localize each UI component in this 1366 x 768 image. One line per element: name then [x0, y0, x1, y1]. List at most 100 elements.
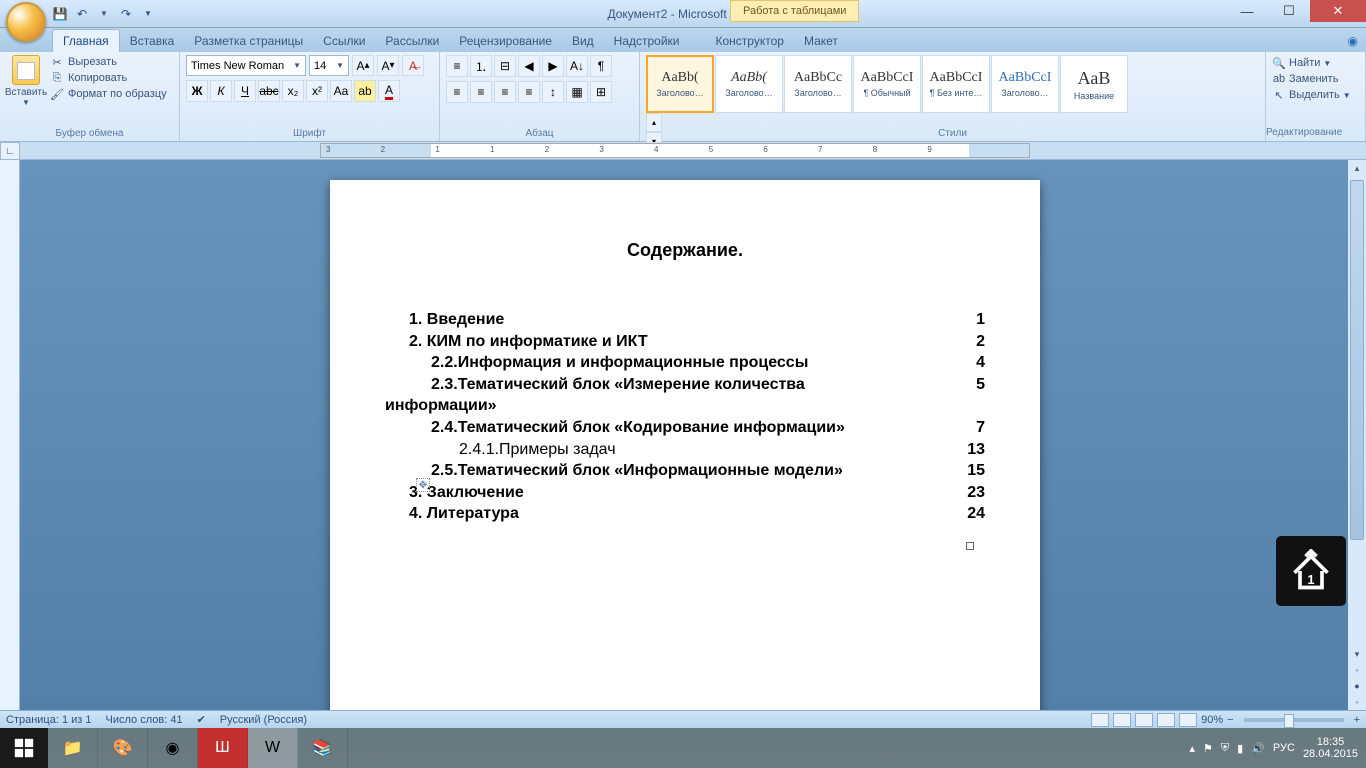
font-name-combo[interactable]: Times New Roman▼: [186, 55, 306, 76]
horizontal-ruler[interactable]: 3 2 1 1 2 3 4 5 6 7 8 9: [320, 143, 1030, 158]
zoom-in-button[interactable]: +: [1354, 714, 1360, 726]
tab-table-layout[interactable]: Макет: [794, 30, 848, 52]
taskbar-app-red[interactable]: Ш: [198, 728, 248, 768]
cut-button[interactable]: ✂Вырезать: [50, 55, 167, 69]
tray-up-icon[interactable]: ▴: [1189, 742, 1195, 755]
align-left-button[interactable]: ≡: [446, 81, 468, 103]
redo-icon[interactable]: ↷: [118, 6, 134, 22]
highlight-button[interactable]: ab: [354, 80, 376, 102]
superscript-button[interactable]: x²: [306, 80, 328, 102]
scroll-thumb[interactable]: [1350, 180, 1364, 540]
home-overlay-button[interactable]: 1: [1276, 536, 1346, 606]
status-page[interactable]: Страница: 1 из 1: [6, 714, 92, 726]
tab-home[interactable]: Главная: [52, 29, 120, 52]
copy-button[interactable]: ⎘Копировать: [50, 71, 167, 85]
tray-flag-icon[interactable]: ⚑: [1203, 742, 1213, 755]
save-icon[interactable]: 💾: [52, 6, 68, 22]
status-proof[interactable]: ✔: [197, 713, 206, 726]
tab-selector[interactable]: ∟: [0, 142, 20, 160]
borders-button[interactable]: ⊞: [590, 81, 612, 103]
sort-button[interactable]: A↓: [566, 55, 588, 77]
align-right-button[interactable]: ≡: [494, 81, 516, 103]
replace-button[interactable]: abЗаменить: [1272, 71, 1359, 87]
start-button[interactable]: [0, 728, 48, 768]
format-painter-button[interactable]: 🖌Формат по образцу: [50, 87, 167, 101]
style-item[interactable]: AaBb(Заголово…: [646, 55, 714, 113]
line-spacing-button[interactable]: ↕: [542, 81, 564, 103]
scroll-down-button[interactable]: ▾: [1348, 646, 1366, 662]
taskbar-paint[interactable]: 🎨: [98, 728, 148, 768]
change-case-button[interactable]: Aa: [330, 80, 352, 102]
qat-customize-icon[interactable]: ▼: [140, 6, 156, 22]
style-item[interactable]: AaBbCcЗаголово…: [784, 55, 852, 113]
tab-insert[interactable]: Вставка: [120, 30, 185, 52]
minimize-button[interactable]: —: [1226, 0, 1268, 22]
style-item[interactable]: AaBb(Заголово…: [715, 55, 783, 113]
table-move-handle[interactable]: ✥: [416, 478, 430, 492]
tab-addins[interactable]: Надстройки: [604, 30, 690, 52]
align-center-button[interactable]: ≡: [470, 81, 492, 103]
strike-button[interactable]: abc: [258, 80, 280, 102]
taskbar-chrome[interactable]: ◉: [148, 728, 198, 768]
bullets-button[interactable]: ≡: [446, 55, 468, 77]
taskbar-winrar[interactable]: 📚: [298, 728, 348, 768]
find-button[interactable]: 🔍Найти ▼: [1272, 55, 1359, 71]
status-language[interactable]: Русский (Россия): [220, 714, 307, 726]
paste-button[interactable]: Вставить ▼: [6, 55, 46, 107]
restore-button[interactable]: ☐: [1268, 0, 1310, 22]
tab-view[interactable]: Вид: [562, 30, 604, 52]
underline-button[interactable]: Ч: [234, 80, 256, 102]
bold-button[interactable]: Ж: [186, 80, 208, 102]
subscript-button[interactable]: x₂: [282, 80, 304, 102]
grow-font-button[interactable]: A▴: [352, 55, 374, 76]
zoom-level[interactable]: 90%: [1201, 714, 1223, 726]
tab-references[interactable]: Ссылки: [313, 30, 375, 52]
undo-icon[interactable]: ↶: [74, 6, 90, 22]
view-print-layout[interactable]: [1091, 713, 1109, 727]
view-draft[interactable]: [1179, 713, 1197, 727]
next-page-button[interactable]: ◦: [1348, 694, 1366, 710]
tray-shield-icon[interactable]: ⛨: [1221, 742, 1229, 755]
taskbar-explorer[interactable]: 📁: [48, 728, 98, 768]
font-size-combo[interactable]: 14▼: [309, 55, 349, 76]
undo-dropdown-icon[interactable]: ▼: [96, 6, 112, 22]
tray-volume-icon[interactable]: 🔊: [1251, 742, 1265, 755]
prev-page-button[interactable]: ◦: [1348, 662, 1366, 678]
increase-indent-button[interactable]: ▶: [542, 55, 564, 77]
numbering-button[interactable]: ⒈: [470, 55, 492, 77]
status-words[interactable]: Число слов: 41: [106, 714, 183, 726]
vertical-scrollbar[interactable]: ▴ ▾ ◦ ● ◦: [1348, 160, 1366, 710]
tab-table-design[interactable]: Конструктор: [706, 30, 794, 52]
document-page[interactable]: Содержание. 1. Введение12. КИМ по информ…: [330, 180, 1040, 710]
italic-button[interactable]: К: [210, 80, 232, 102]
decrease-indent-button[interactable]: ◀: [518, 55, 540, 77]
tray-network-icon[interactable]: ▮: [1237, 742, 1243, 755]
tray-clock[interactable]: 18:35 28.04.2015: [1303, 736, 1358, 760]
tab-review[interactable]: Рецензирование: [449, 30, 562, 52]
justify-button[interactable]: ≡: [518, 81, 540, 103]
help-icon[interactable]: ◉: [1340, 30, 1366, 52]
select-button[interactable]: ↖Выделить ▼: [1272, 87, 1359, 103]
scroll-up-button[interactable]: ▴: [1348, 160, 1366, 176]
close-button[interactable]: ✕: [1310, 0, 1366, 22]
multilevel-button[interactable]: ⊟: [494, 55, 516, 77]
tray-language[interactable]: РУС: [1273, 742, 1295, 754]
tab-pagelayout[interactable]: Разметка страницы: [184, 30, 313, 52]
shrink-font-button[interactable]: A▾: [377, 55, 399, 76]
clear-formatting-button[interactable]: A̶: [402, 55, 424, 76]
style-item[interactable]: AaBbCcI¶ Обычный: [853, 55, 921, 113]
zoom-out-button[interactable]: −: [1227, 714, 1233, 726]
font-color-button[interactable]: A: [378, 80, 400, 102]
vertical-ruler[interactable]: [0, 160, 20, 710]
view-outline[interactable]: [1157, 713, 1175, 727]
style-item[interactable]: AaBbCcI¶ Без инте…: [922, 55, 990, 113]
show-marks-button[interactable]: ¶: [590, 55, 612, 77]
browse-object-button[interactable]: ●: [1348, 678, 1366, 694]
zoom-slider[interactable]: [1244, 718, 1344, 722]
taskbar-word[interactable]: W: [248, 728, 298, 768]
view-web[interactable]: [1135, 713, 1153, 727]
office-button[interactable]: [6, 2, 46, 42]
style-item[interactable]: АаВНазвание: [1060, 55, 1128, 113]
view-full-reading[interactable]: [1113, 713, 1131, 727]
shading-button[interactable]: ▦: [566, 81, 588, 103]
